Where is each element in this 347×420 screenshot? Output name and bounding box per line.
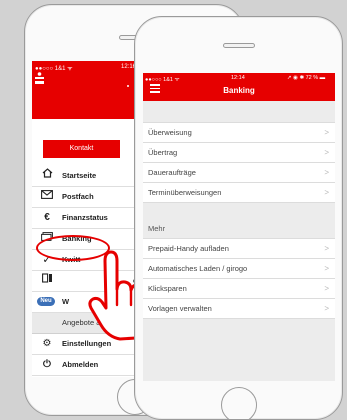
menu-label: Postfach — [62, 192, 94, 201]
list-item-label: Daueraufträge — [148, 168, 196, 177]
back-status-bar: ●●○○○ 1&1 ᯤ 12:16 — [35, 64, 136, 72]
list-item-label: Terminüberweisungen — [148, 188, 222, 197]
list-item-label: Klicksparen — [148, 284, 187, 293]
list-item-label: Prepaid-Handy aufladen — [148, 244, 229, 253]
list-item-vorlagen[interactable]: Vorlagen verwalten > — [143, 298, 335, 319]
page-title: Banking — [223, 86, 255, 95]
list-item-ueberweisung[interactable]: Überweisung > — [143, 122, 335, 142]
menu-label: W — [62, 297, 70, 306]
euro-icon: € — [44, 212, 50, 223]
header-dot — [127, 85, 129, 87]
chevron-right-icon: > — [324, 188, 329, 197]
chevron-right-icon: > — [324, 128, 329, 137]
front-status-carrier: ●●○○○ 1&1 ᯤ — [145, 77, 180, 83]
list-item-label: Automatisches Laden / girogo — [148, 264, 248, 273]
chevron-right-icon: > — [324, 304, 329, 313]
speaker-front — [223, 43, 255, 48]
chevron-right-icon: > — [324, 264, 329, 273]
list-item-label: Übertrag — [148, 148, 178, 157]
chevron-right-icon: > — [324, 168, 329, 177]
list-item-klicksparen[interactable]: Klicksparen > — [143, 278, 335, 298]
chevron-right-icon: > — [324, 148, 329, 157]
home-button-front[interactable] — [221, 387, 257, 419]
list-item-prepaid[interactable]: Prepaid-Handy aufladen > — [143, 238, 335, 258]
front-screen: ●●○○○ 1&1 ᯤ 12:14 ➚ ◉ ✱ 72 % ▬ Banking Ü… — [143, 73, 335, 381]
neu-badge: Neu — [37, 297, 55, 306]
envelope-icon — [40, 187, 54, 207]
phone-icon — [40, 271, 54, 291]
gears-icon: ⚙ — [42, 338, 52, 349]
front-status-right: ➚ ◉ ✱ 72 % ▬ — [287, 75, 326, 81]
front-status-time: 12:14 — [231, 75, 245, 81]
list-item-girogo[interactable]: Automatisches Laden / girogo > — [143, 258, 335, 278]
section-label-mehr: Mehr — [148, 224, 166, 233]
menu-label: Finanzstatus — [62, 213, 108, 222]
home-icon — [40, 166, 54, 186]
menu-label: Startseite — [62, 171, 97, 180]
list-item-dauerauftraege[interactable]: Daueraufträge > — [143, 162, 335, 182]
front-header: ●●○○○ 1&1 ᯤ 12:14 ➚ ◉ ✱ 72 % ▬ Banking — [143, 73, 335, 101]
list-item-terminueberweisungen[interactable]: Terminüberweisungen > — [143, 182, 335, 203]
list-item-label: Überweisung — [148, 128, 192, 137]
kontakt-button[interactable]: Kontakt — [43, 140, 120, 158]
sparkasse-logo-icon — [35, 72, 44, 87]
list-item-uebertrag[interactable]: Übertrag > — [143, 142, 335, 162]
logout-icon: ⏻ — [43, 359, 51, 370]
front-status-bar: ●●○○○ 1&1 ᯤ 12:14 ➚ ◉ ✱ 72 % ▬ — [145, 75, 325, 83]
chevron-right-icon: > — [324, 244, 329, 253]
list-item-label: Vorlagen verwalten — [148, 304, 212, 313]
chevron-right-icon: > — [324, 284, 329, 293]
menu-label: Abmelden — [62, 360, 99, 369]
phone-front: ●●○○○ 1&1 ᯤ 12:14 ➚ ◉ ✱ 72 % ▬ Banking Ü… — [134, 16, 343, 420]
